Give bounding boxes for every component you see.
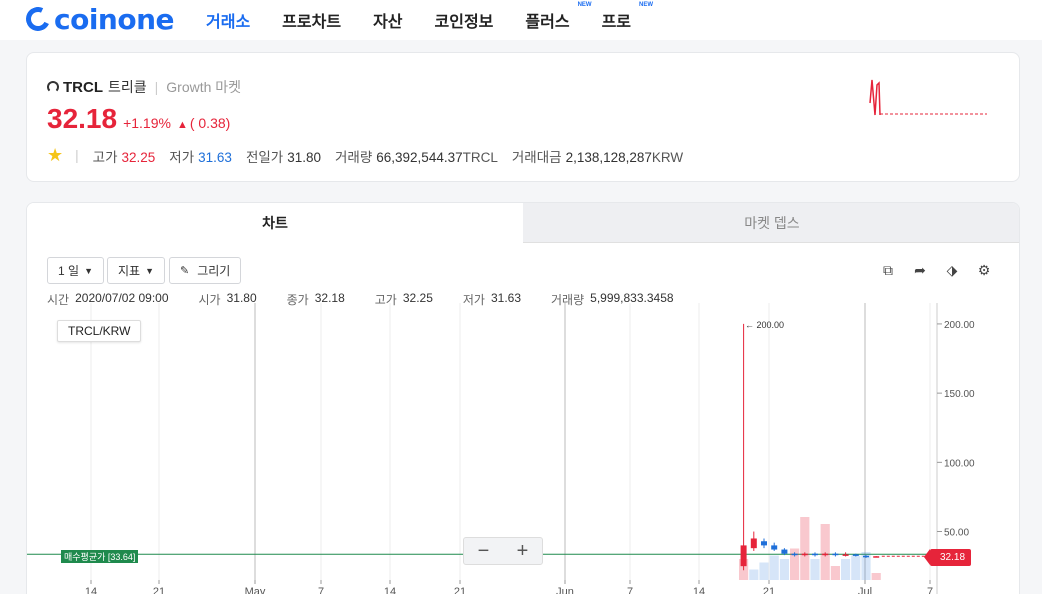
mini-sparkline (869, 79, 987, 116)
nav-assets[interactable]: 자산 (373, 8, 402, 32)
candle-body (832, 553, 839, 556)
volume-bar (871, 573, 881, 580)
logo-ring-icon (22, 3, 54, 35)
candle-body (750, 538, 757, 549)
volume-bar (779, 559, 789, 580)
current-price: 32.18 (47, 103, 118, 134)
draw-button[interactable]: ✎ 그리기 (169, 257, 242, 284)
nav-pro[interactable]: 프로 NEW (602, 2, 653, 32)
market-name: Growth 마켓 (166, 79, 242, 95)
nav-pro-chart[interactable]: 프로차트 (282, 8, 341, 32)
tab-market-depth[interactable]: 마켓 뎁스 (523, 203, 1019, 243)
candle-body (781, 549, 788, 554)
volume-bar (820, 524, 830, 580)
zoom-controls: − + (463, 537, 543, 565)
volume-bar (810, 559, 820, 580)
x-tick-label: 21 (454, 586, 466, 594)
candle-body (852, 554, 859, 556)
coin-summary-card: TRCL 트리클 | Growth 마켓 32.18 +1.19% ▲ ( 0.… (26, 52, 1020, 182)
change-amount: ( 0.38) (189, 115, 231, 131)
stat-volume: 거래량 66,392,544.37TRCL (335, 149, 498, 165)
volume-bar (830, 566, 840, 580)
candle-body (801, 553, 808, 556)
volume-bar (851, 555, 861, 580)
pair-label: TRCL/KRW (57, 320, 142, 342)
avg-buy-price-label: 매수평균가 [33.64] (61, 550, 139, 563)
divider: | (75, 148, 79, 163)
favorite-star-icon[interactable]: ★ (47, 145, 63, 166)
zoom-in-button[interactable]: + (503, 538, 542, 564)
y-tick-label: 50.00 (944, 528, 969, 539)
coin-name: 트리클 (108, 79, 147, 95)
stat-high: 고가 32.25 (92, 149, 156, 165)
share-icon[interactable]: ➦ (911, 261, 929, 279)
coin-icon (47, 81, 59, 93)
coin-symbol: TRCL (63, 78, 103, 96)
coin-title: TRCL 트리클 | Growth 마켓 (47, 77, 241, 97)
zoom-out-button[interactable]: − (464, 538, 503, 564)
volume-bar (841, 559, 851, 580)
volume-bar (800, 517, 810, 580)
volume-bar (749, 569, 759, 580)
chart-tabs: 차트 마켓 뎁스 (27, 203, 1019, 243)
x-tick-label: 7 (318, 586, 324, 594)
candle-body (863, 555, 869, 558)
x-tick-label: Jul (858, 586, 872, 594)
max-price-marker: ← 200.00 (745, 320, 784, 330)
candle-body (812, 553, 818, 556)
nav-plus[interactable]: 플러스 NEW (525, 2, 591, 32)
volume-bar (769, 555, 779, 580)
caret-down-icon: ▼ (84, 265, 93, 276)
main-nav: 거래소 프로차트 자산 코인정보 플러스 NEW 프로 NEW (206, 0, 663, 40)
caret-down-icon: ▼ (145, 265, 155, 276)
volume-bar (759, 562, 769, 580)
open-external-icon[interactable]: ⧉ (879, 261, 897, 279)
candle-body (771, 545, 778, 550)
x-tick-label: 14 (693, 586, 705, 594)
nav-coin-info[interactable]: 코인정보 (435, 8, 494, 32)
stat-prev: 전일가 31.80 (245, 149, 321, 165)
y-tick-label: 150.00 (944, 389, 975, 400)
last-price-tag: 32.18 (923, 549, 972, 566)
new-badge: NEW (577, 2, 592, 8)
x-tick-label: 14 (85, 586, 97, 594)
candle-body (873, 556, 880, 558)
new-badge: NEW (639, 2, 654, 8)
candle-body (791, 553, 798, 556)
x-tick-label: 7 (927, 586, 933, 594)
x-tick-label: 14 (384, 586, 396, 594)
nav-exchange[interactable]: 거래소 (206, 8, 250, 32)
stat-amount: 거래대금 2,138,128,287KRW (511, 149, 684, 165)
x-tick-label: May (245, 586, 266, 594)
candle-body (822, 553, 829, 556)
x-tick-label: 7 (627, 586, 633, 594)
x-tick-label: 21 (153, 586, 165, 594)
candle-body (761, 541, 767, 546)
candle-body (740, 545, 747, 567)
y-tick-label: 100.00 (944, 458, 975, 469)
x-tick-label: Jun (556, 586, 574, 594)
stat-low: 저가 31.63 (169, 149, 232, 165)
change-percent: +1.19% (123, 115, 171, 131)
logo-text: coinone (54, 2, 175, 36)
candle-body (842, 554, 849, 556)
coinone-logo[interactable]: coinone (22, 2, 175, 36)
indicator-dropdown[interactable]: 지표 ▼ (107, 257, 166, 284)
tag-icon[interactable]: ⬗ (943, 261, 961, 279)
y-tick-label: 200.00 (944, 320, 975, 331)
chart-card: 차트 마켓 뎁스 1 일 ▼ 지표 ▼ ✎ 그리기 ⧉ ➦ ⬗ ⚙ 시간 2020/07… (26, 202, 1020, 594)
x-tick-label: 21 (763, 586, 775, 594)
top-header: coinone 거래소 프로차트 자산 코인정보 플러스 NEW 프로 NEW (0, 0, 1042, 40)
divider: | (154, 79, 159, 95)
change-arrow-icon: ▲ (176, 119, 188, 131)
price-row: 32.18 +1.19% ▲ ( 0.38) (47, 103, 230, 135)
interval-dropdown[interactable]: 1 일 ▼ (47, 257, 104, 284)
tab-chart[interactable]: 차트 (27, 203, 523, 243)
stats-row: ★ | 고가 32.25 저가 31.63 전일가 31.80 거래량 66,392,5… (47, 145, 697, 166)
pencil-icon: ✎ (180, 265, 190, 277)
settings-gear-icon[interactable]: ⚙ (975, 261, 993, 279)
